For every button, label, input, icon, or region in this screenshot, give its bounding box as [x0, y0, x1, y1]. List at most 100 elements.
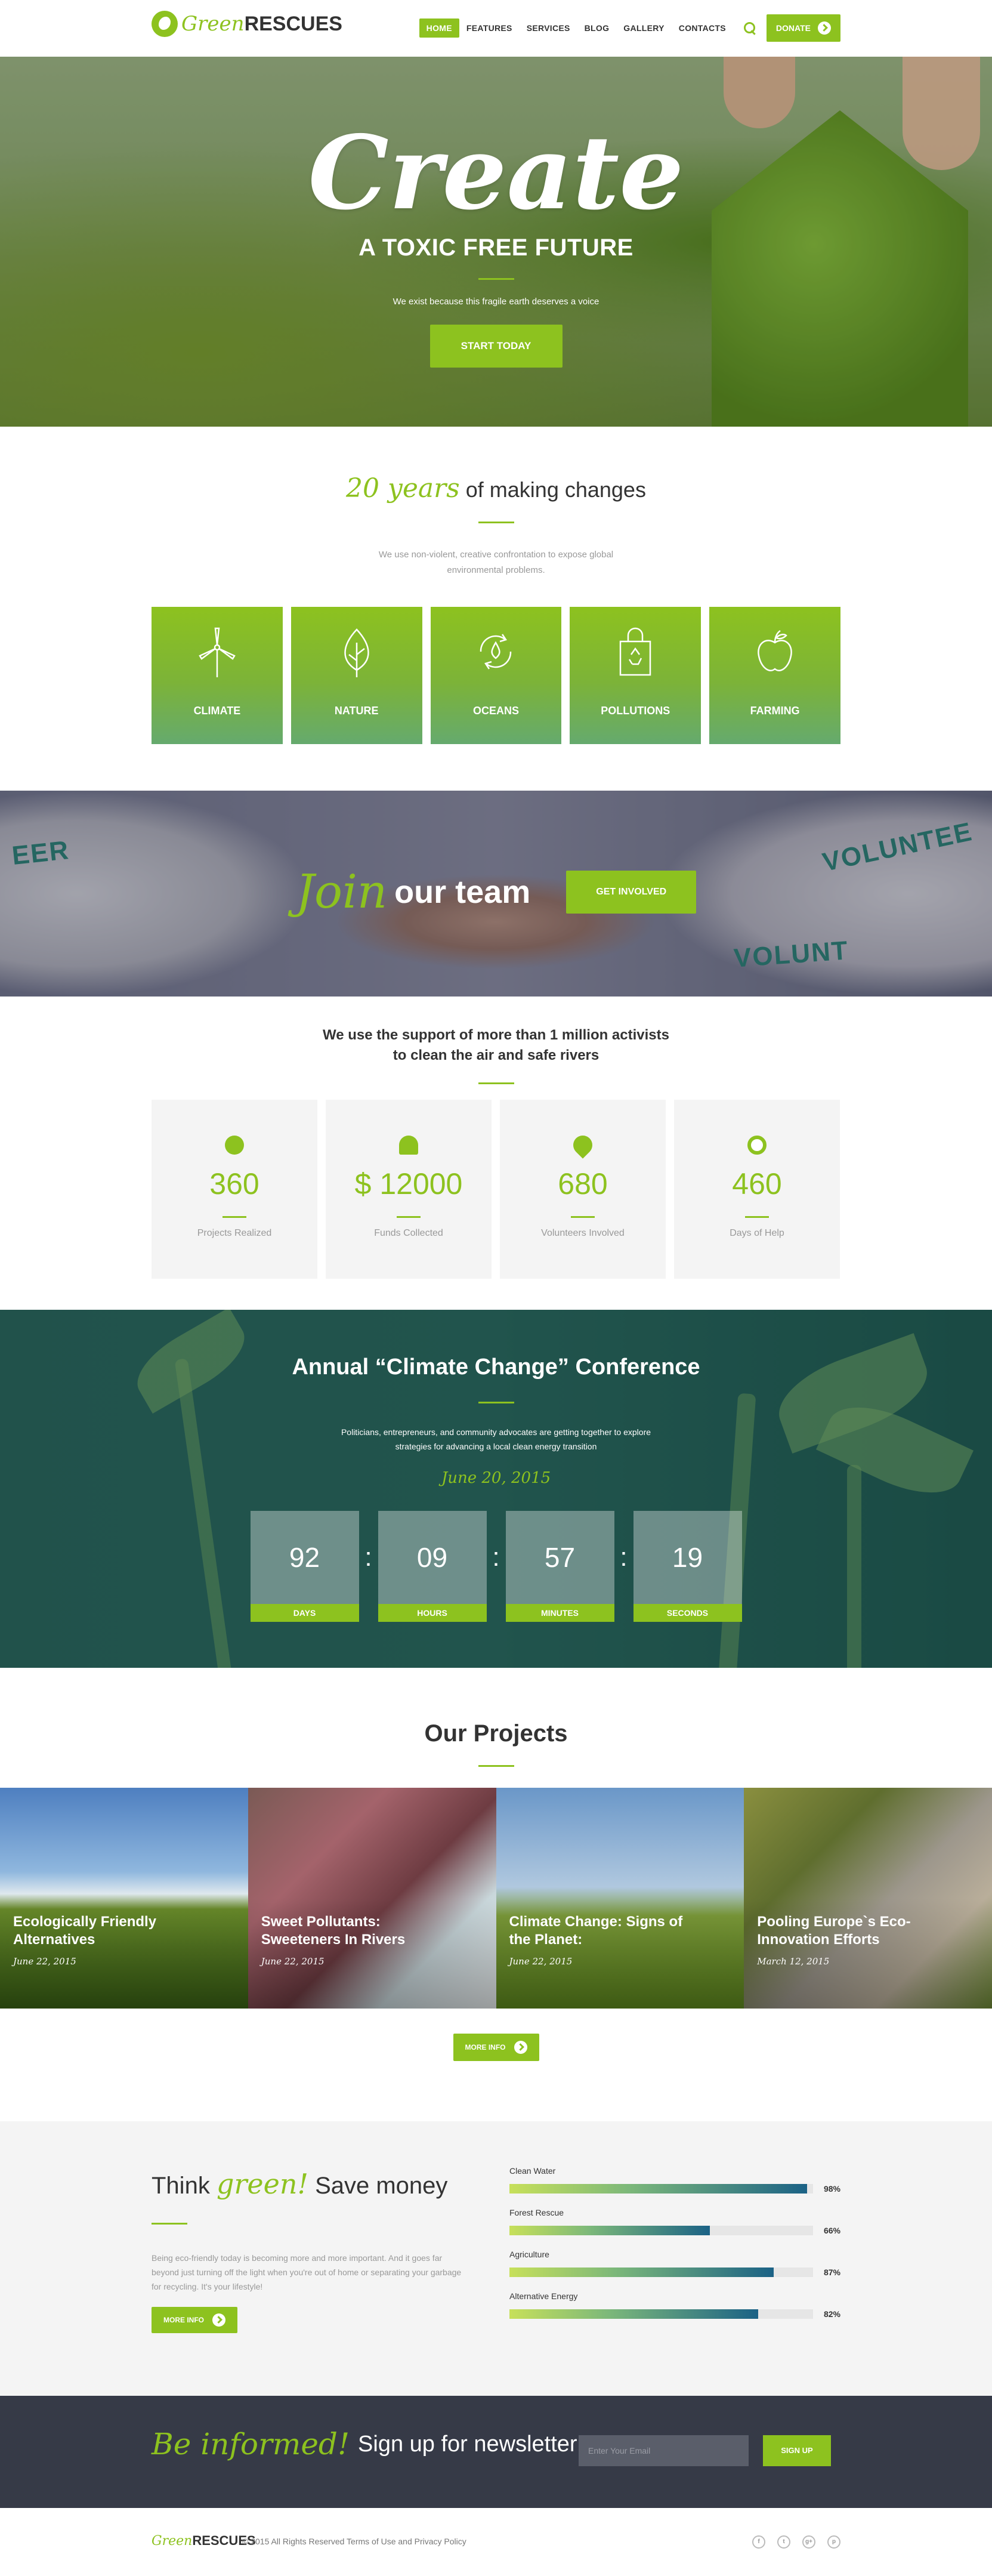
divider [478, 1765, 514, 1767]
tile-oceans[interactable]: OCEANS [430, 607, 562, 744]
project-title[interactable]: Sweet Pollutants: Sweeteners In Rivers [261, 1913, 446, 1949]
button-label: MORE INFO [163, 2316, 204, 2324]
progress-label: Forest Rescue [509, 2208, 564, 2217]
stats-section: We use the support of more than 1 millio… [0, 997, 992, 1310]
sign-up-button[interactable]: SIGN UP [763, 2435, 831, 2466]
site-header: GreenRESCUES HOME FEATURES SERVICES BLOG… [0, 0, 992, 57]
apple-icon [748, 625, 802, 678]
progress-track [509, 2184, 813, 2194]
project-title[interactable]: Climate Change: Signs of the Planet: [509, 1913, 694, 1949]
stat-value: 360 [209, 1167, 259, 1201]
plant-icon [399, 1136, 418, 1155]
countdown-timer: 92 DAYS : 09 HOURS : 57 MINUTES : 19 SECONDS [0, 1511, 992, 1622]
about-title: 20 years of making changes [152, 473, 840, 504]
tile-nature[interactable]: NATURE [291, 607, 422, 744]
nav-contacts[interactable]: CONTACTS [672, 18, 733, 38]
main-nav: HOME FEATURES SERVICES BLOG GALLERY CONT… [419, 14, 840, 42]
email-input[interactable] [579, 2435, 749, 2466]
arrow-right-icon [818, 21, 831, 35]
balloon-icon [569, 1131, 597, 1159]
tile-farming[interactable]: FARMING [709, 607, 840, 744]
stat-card: 680 Volunteers Involved [500, 1100, 666, 1279]
join-content: Join our team GET INVOLVED [0, 865, 992, 919]
project-title[interactable]: Pooling Europe`s Eco-Innovation Efforts [757, 1913, 942, 1949]
stats-heading: We use the support of more than 1 millio… [152, 1025, 840, 1066]
nav-features[interactable]: FEATURES [459, 18, 520, 38]
project-title[interactable]: Ecologically Friendly Alternatives [13, 1913, 198, 1949]
progress-percent: 82% [823, 2309, 840, 2319]
card-overlay [744, 1788, 992, 2009]
stat-value: 680 [558, 1167, 608, 1201]
cycle-icon [747, 1136, 767, 1155]
get-involved-button[interactable]: GET INVOLVED [566, 871, 697, 914]
nav-blog[interactable]: BLOG [577, 18, 617, 38]
project-card[interactable]: Climate Change: Signs of the Planet: June… [496, 1788, 744, 2009]
tile-label: FARMING [750, 705, 800, 717]
divider [745, 1216, 769, 1218]
progress-fill [509, 2268, 774, 2277]
progress-row: 98% [509, 2184, 840, 2194]
project-date: June 22, 2015 [261, 1956, 325, 1967]
about-section: 20 years of making changes We use non-vi… [0, 427, 992, 791]
progress-row: 66% [509, 2226, 840, 2235]
stat-card: $ 12000 Funds Collected [326, 1100, 492, 1279]
conference-text: Politicians, entrepreneurs, and communit… [0, 1425, 992, 1454]
progress-item: Agriculture 87% [509, 2250, 840, 2277]
progress-row: 82% [509, 2309, 840, 2319]
start-today-button[interactable]: START TODAY [429, 325, 563, 368]
google-plus-icon[interactable]: g+ [802, 2535, 815, 2549]
project-card[interactable]: Pooling Europe`s Eco-Innovation Efforts M… [744, 1788, 992, 2009]
conference-title: Annual “Climate Change” Conference [292, 1355, 700, 1380]
progress-fill [509, 2309, 759, 2319]
tile-label: OCEANS [472, 705, 519, 717]
nav-gallery[interactable]: GALLERY [616, 18, 671, 38]
arrow-right-icon [212, 2313, 225, 2327]
logo-green: Green [152, 2534, 193, 2549]
donate-button[interactable]: DONATE [766, 14, 840, 42]
stats-heading-line2: to clean the air and safe rivers [393, 1047, 599, 1063]
hero-section: Create A TOXIC FREE FUTURE We exist beca… [0, 57, 992, 427]
nav-home[interactable]: HOME [419, 18, 459, 38]
footer-logo[interactable]: GreenRESCUES [152, 2533, 256, 2549]
conference-text-line2: strategies for advancing a local clean e… [395, 1442, 597, 1451]
search-icon[interactable] [743, 21, 757, 35]
pinterest-icon[interactable]: p [827, 2535, 840, 2549]
nav-services[interactable]: SERVICES [520, 18, 577, 38]
tile-pollutions[interactable]: POLLUTIONS [570, 607, 701, 744]
project-card[interactable]: Ecologically Friendly Alternatives June 2… [0, 1788, 248, 2009]
join-section: EER VOLUNTEE VOLUNT Join our team GET IN… [0, 791, 992, 997]
site-logo[interactable]: GreenRESCUES [152, 11, 342, 37]
divider [397, 1216, 421, 1218]
site-footer: GreenRESCUES © 2015 All Rights Reserved … [0, 2508, 992, 2576]
progress-item: Forest Rescue 66% [509, 2208, 840, 2235]
projects-section: Our Projects Ecologically Friendly Alter… [0, 1668, 992, 2121]
divider [478, 1082, 514, 1084]
progress-percent: 66% [823, 2226, 840, 2235]
hero-title: Create [308, 113, 684, 233]
donate-label: DONATE [775, 23, 811, 33]
card-overlay [248, 1788, 496, 2009]
project-date: March 12, 2015 [757, 1956, 830, 1967]
tile-climate[interactable]: CLIMATE [152, 607, 283, 744]
newsletter-section: Be informed! Sign up for newsletter SIGN … [0, 2396, 992, 2508]
think-more-info-button[interactable]: MORE INFO [152, 2307, 237, 2333]
stat-label: Funds Collected [374, 1228, 443, 1238]
tile-label: NATURE [334, 705, 379, 717]
project-card[interactable]: Sweet Pollutants: Sweeteners In Rivers Ju… [248, 1788, 496, 2009]
social-links: f t g+ p [752, 2535, 840, 2549]
projects-more-info-button[interactable]: MORE INFO [453, 2034, 539, 2061]
stat-value: $ 12000 [354, 1167, 463, 1201]
think-title-a: Think [152, 2173, 210, 2199]
tile-label: POLLUTIONS [601, 705, 670, 717]
twitter-icon[interactable]: t [777, 2535, 790, 2549]
divider [152, 2223, 187, 2225]
progress-label: Clean Water [509, 2166, 556, 2176]
countdown-value: 57 [505, 1511, 614, 1604]
countdown-days: 92 DAYS [250, 1511, 359, 1622]
project-date: June 22, 2015 [509, 1956, 573, 1967]
join-rest: our team [394, 874, 531, 910]
facebook-icon[interactable]: f [752, 2535, 765, 2549]
hero-content: Create A TOXIC FREE FUTURE We exist beca… [0, 57, 992, 368]
recycle-drop-icon [469, 625, 523, 678]
newsletter-script: Be informed! [152, 2427, 350, 2461]
